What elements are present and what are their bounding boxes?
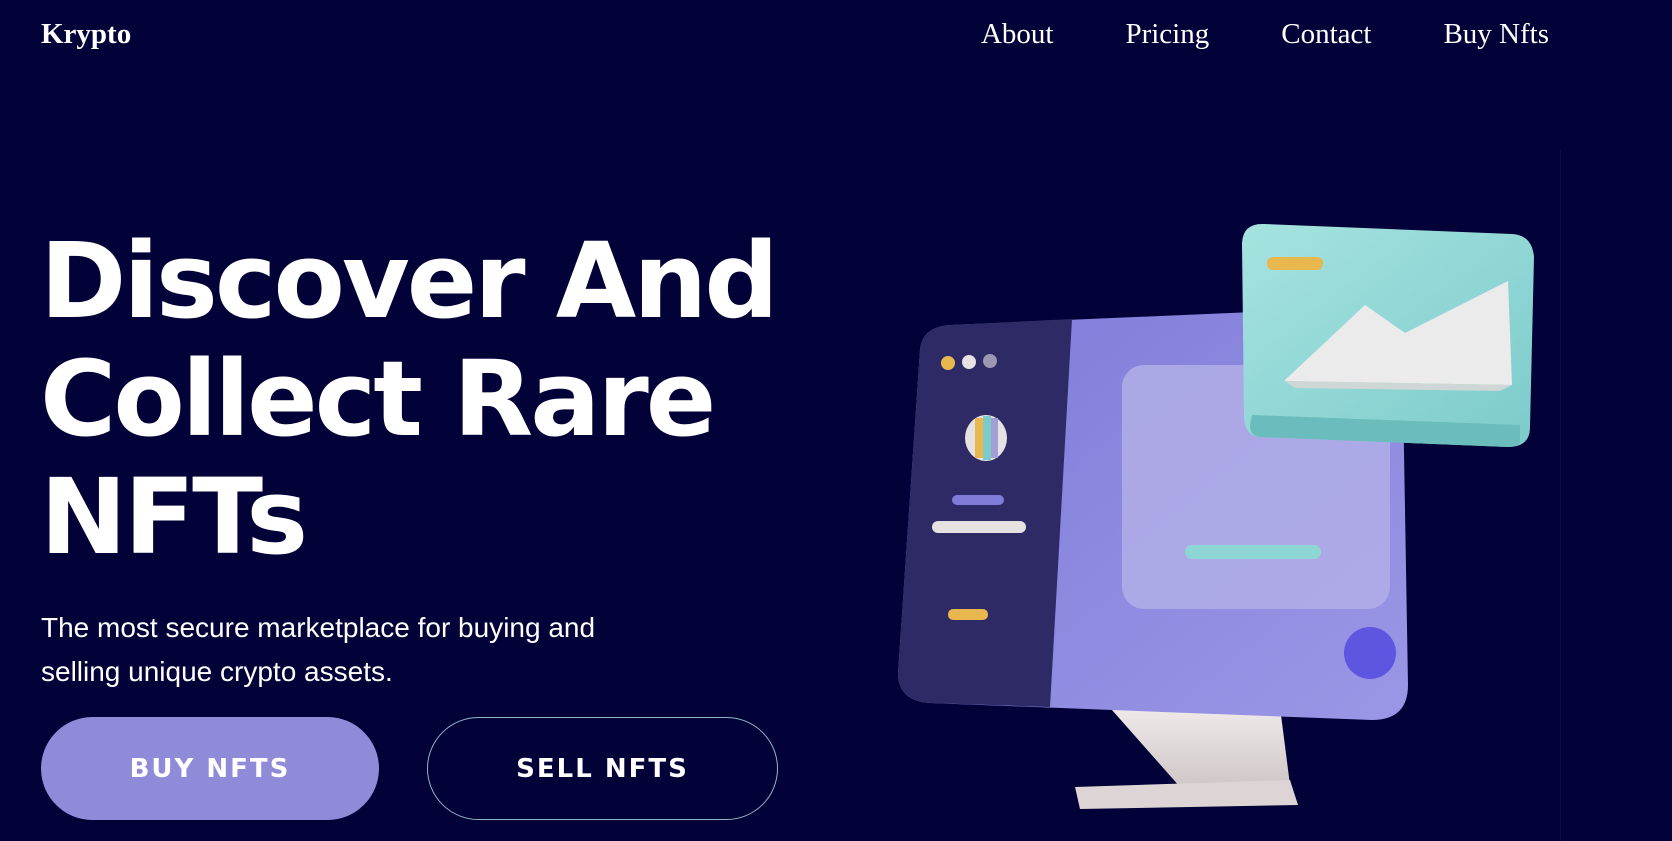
hero-subtitle: The most secure marketplace for buying a… <box>41 606 661 694</box>
buy-nfts-button[interactable]: BUY NFTS <box>41 717 379 820</box>
3d-monitor-illustration <box>898 223 1534 809</box>
top-navbar: Krypto About Pricing Contact Buy Nfts <box>0 0 1672 80</box>
image-card <box>1242 223 1534 447</box>
nav-link-contact[interactable]: Contact <box>1281 18 1371 51</box>
sidebar-pill <box>948 609 988 620</box>
nav-link-pricing[interactable]: Pricing <box>1125 18 1209 51</box>
monitor-stand <box>1075 707 1298 809</box>
nav-link-buy-nfts[interactable]: Buy Nfts <box>1443 18 1549 51</box>
hero-title: Discover And Collect Rare NFTs <box>40 220 779 578</box>
accent-dot <box>1344 627 1396 679</box>
hero-title-line-2: Collect Rare <box>40 338 716 460</box>
nav-links: About Pricing Contact Buy Nfts <box>981 18 1549 51</box>
hero-subtitle-line-1: The most secure marketplace for buying a… <box>41 612 596 643</box>
sell-nfts-button[interactable]: SELL NFTS <box>427 717 778 820</box>
hero-subtitle-line-2: selling unique crypto assets. <box>41 656 393 687</box>
window-dots <box>941 354 997 370</box>
sidebar-pill <box>932 521 1026 533</box>
card-pill <box>1267 257 1323 270</box>
hero-title-line-1: Discover And <box>40 220 779 342</box>
screen-pill <box>1185 545 1321 559</box>
divider <box>1560 150 1561 841</box>
sidebar-pill <box>952 495 1004 505</box>
nav-link-about[interactable]: About <box>981 18 1054 51</box>
hero-title-line-3: NFTs <box>40 456 308 578</box>
logo[interactable]: Krypto <box>41 18 131 51</box>
avatar-icon <box>965 415 1007 461</box>
